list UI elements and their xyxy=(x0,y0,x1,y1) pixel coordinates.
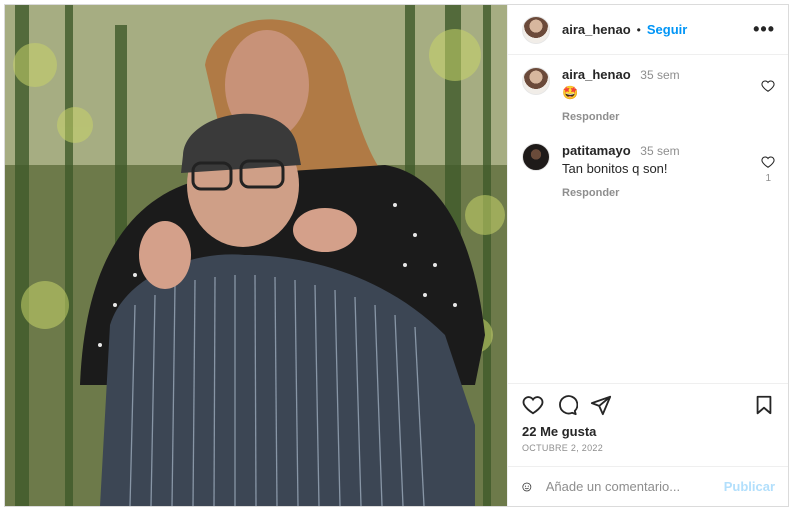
comment-like-icon[interactable] xyxy=(761,155,775,169)
like-count[interactable]: 22 Me gusta xyxy=(522,424,775,439)
comment-text: Tan bonitos q son! xyxy=(562,161,668,176)
comment-time[interactable]: 35 sem xyxy=(640,68,679,82)
publish-button[interactable]: Publicar xyxy=(724,479,775,494)
comment-like-icon[interactable] xyxy=(761,79,775,93)
commenter-username[interactable]: patitamayo xyxy=(562,143,631,158)
post-dialog: aira_henao • Seguir ••• aira_henao 35 se… xyxy=(4,4,789,507)
comment-text: 🤩 xyxy=(562,85,579,100)
comment-item: aira_henao 35 sem 🤩 Responder xyxy=(522,67,775,125)
commenter-avatar[interactable] xyxy=(522,67,550,95)
post-header: aira_henao • Seguir ••• xyxy=(508,5,788,55)
photo-illustration xyxy=(5,5,507,506)
author-avatar[interactable] xyxy=(522,15,550,44)
emoji-icon[interactable] xyxy=(522,476,532,498)
commenter-avatar[interactable] xyxy=(522,143,550,171)
more-icon[interactable]: ••• xyxy=(753,19,775,40)
comment-icon[interactable] xyxy=(556,394,578,416)
post-photo[interactable] xyxy=(5,5,507,506)
comment-list: aira_henao 35 sem 🤩 Responder patitamayo… xyxy=(508,55,788,375)
reply-button[interactable]: Responder xyxy=(562,110,619,125)
comment-time[interactable]: 35 sem xyxy=(640,144,679,158)
commenter-username[interactable]: aira_henao xyxy=(562,67,631,82)
comment-like-count: 1 xyxy=(765,173,771,184)
add-comment-bar: Publicar xyxy=(508,466,788,506)
post-actions: 22 Me gusta OCTUBRE 2, 2022 xyxy=(508,383,788,453)
heart-icon[interactable] xyxy=(522,394,544,416)
follow-button[interactable]: Seguir xyxy=(647,22,687,37)
share-icon[interactable] xyxy=(590,394,612,416)
comment-item: patitamayo 35 sem Tan bonitos q son! Res… xyxy=(522,143,775,201)
post-side-panel: aira_henao • Seguir ••• aira_henao 35 se… xyxy=(507,5,788,506)
separator-dot: • xyxy=(636,22,641,37)
post-date[interactable]: OCTUBRE 2, 2022 xyxy=(522,443,775,453)
comment-input[interactable] xyxy=(543,478,724,495)
author-username[interactable]: aira_henao xyxy=(562,22,631,37)
save-icon[interactable] xyxy=(753,394,775,416)
reply-button[interactable]: Responder xyxy=(562,186,619,201)
